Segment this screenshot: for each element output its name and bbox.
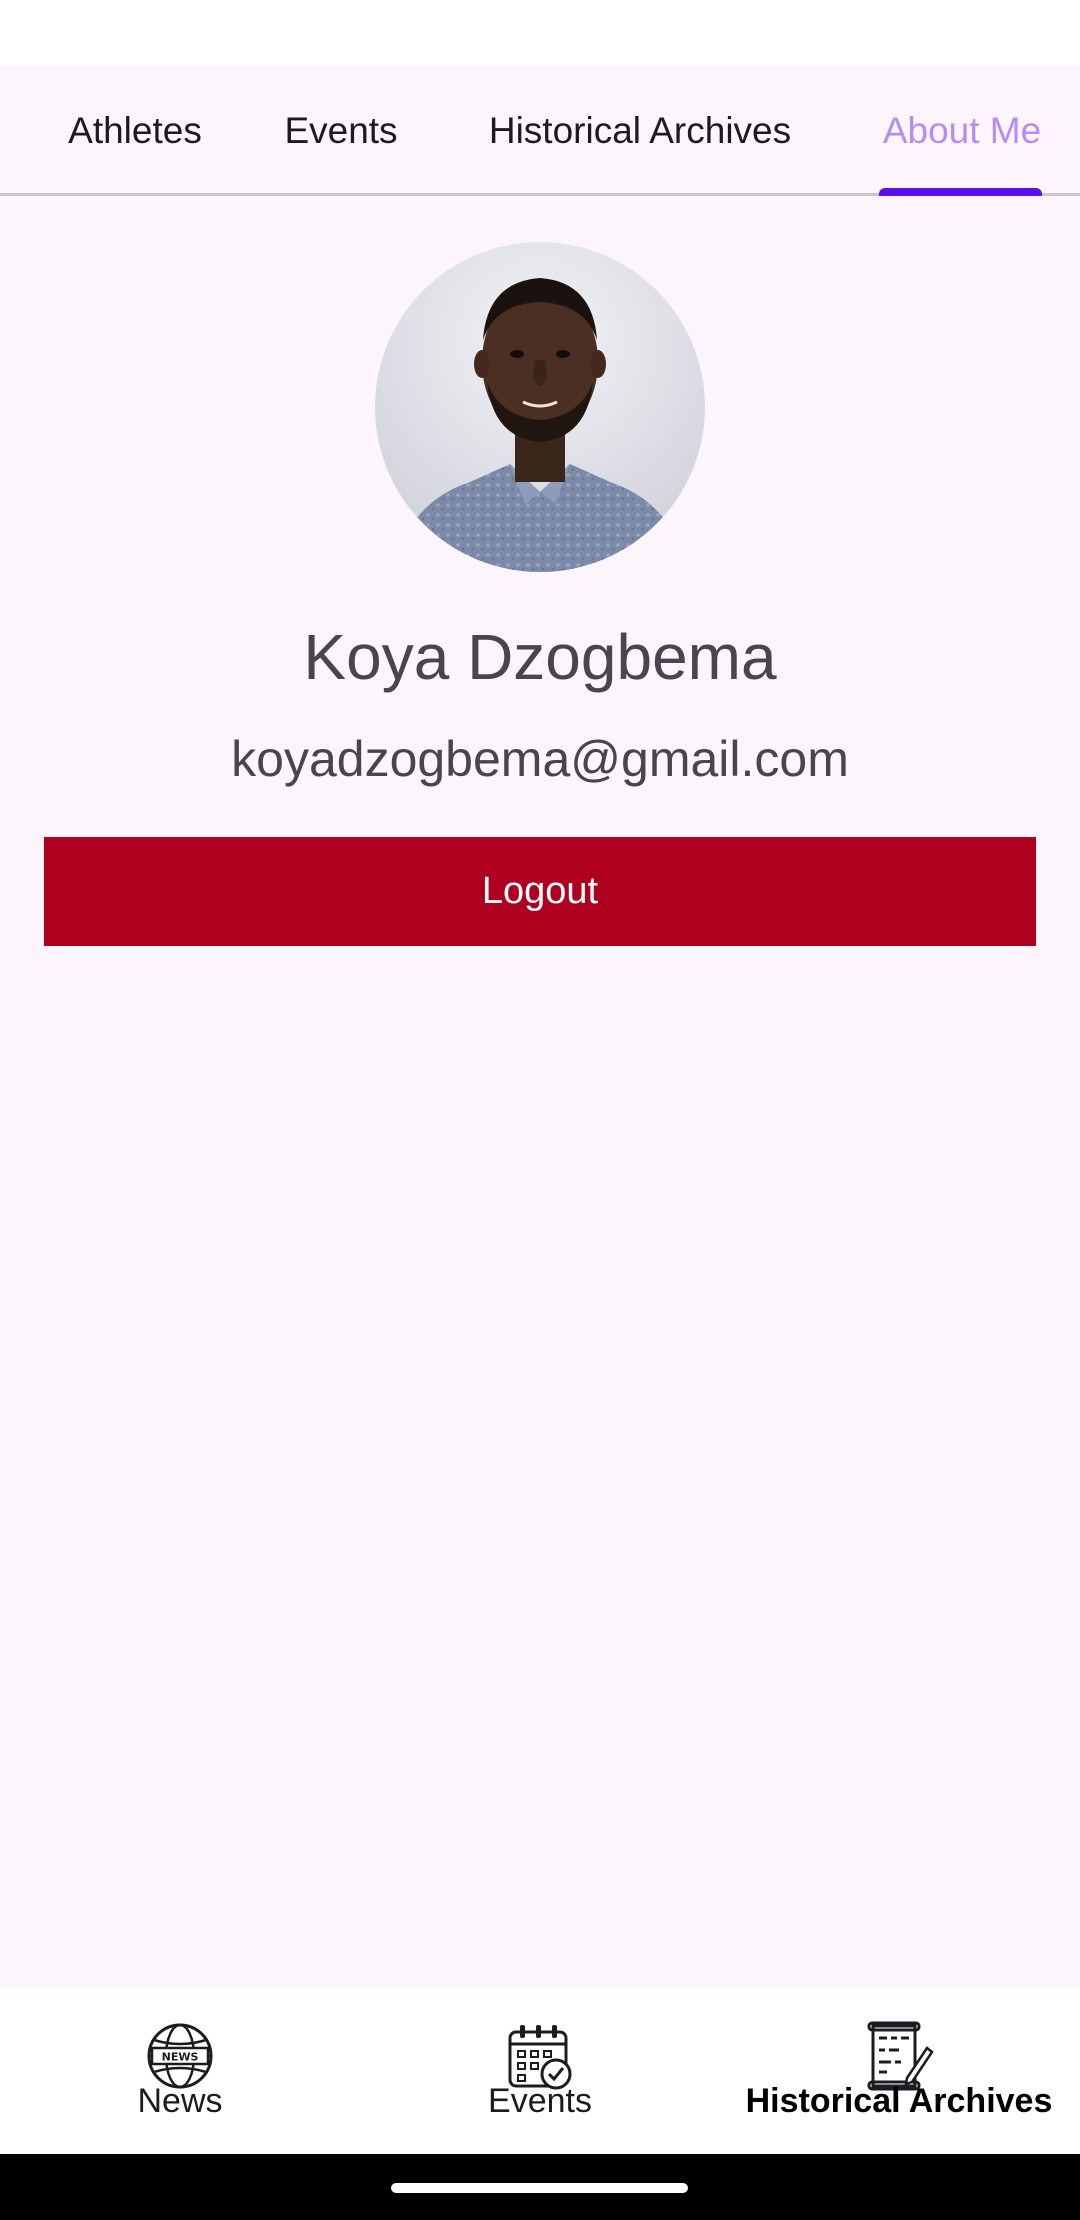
tab-about-me[interactable]: About Me <box>864 66 1060 196</box>
tab-about-me-label: About Me <box>882 110 1042 151</box>
bottom-nav-events[interactable]: Events <box>420 1988 660 2154</box>
tab-historical-archives-label: Historical Archives <box>488 110 792 151</box>
bottom-nav-news-label: News <box>137 2082 223 2120</box>
status-bar <box>0 0 1080 66</box>
tab-events[interactable]: Events <box>262 66 420 196</box>
svg-text:NEWS: NEWS <box>162 2051 199 2064</box>
bottom-navigation-bar: NEWS News Events Historical Archives <box>0 1988 1080 2154</box>
active-tab-indicator <box>879 188 1042 196</box>
top-tab-bar: Athletes Events Historical Archives Abou… <box>0 66 1080 196</box>
avatar-portrait-image <box>395 278 685 572</box>
profile-email: koyadzogbema@gmail.com <box>231 731 849 787</box>
bottom-nav-events-label: Events <box>488 2082 592 2120</box>
logout-button-label: Logout <box>481 870 599 912</box>
bottom-nav-historical-archives[interactable]: Historical Archives <box>740 1988 1058 2154</box>
profile-avatar <box>375 242 705 572</box>
logout-button[interactable]: Logout <box>44 837 1036 946</box>
bottom-nav-historical-archives-label: Historical Archives <box>745 2082 1053 2120</box>
profile-name: Koya Dzogbema <box>303 621 777 693</box>
tab-events-label: Events <box>284 110 398 151</box>
tab-historical-archives[interactable]: Historical Archives <box>448 66 832 196</box>
bottom-nav-news[interactable]: NEWS News <box>60 1988 300 2154</box>
home-gesture-handle[interactable] <box>391 2183 688 2193</box>
tab-athletes[interactable]: Athletes <box>34 66 236 196</box>
tab-athletes-label: Athletes <box>68 110 202 151</box>
